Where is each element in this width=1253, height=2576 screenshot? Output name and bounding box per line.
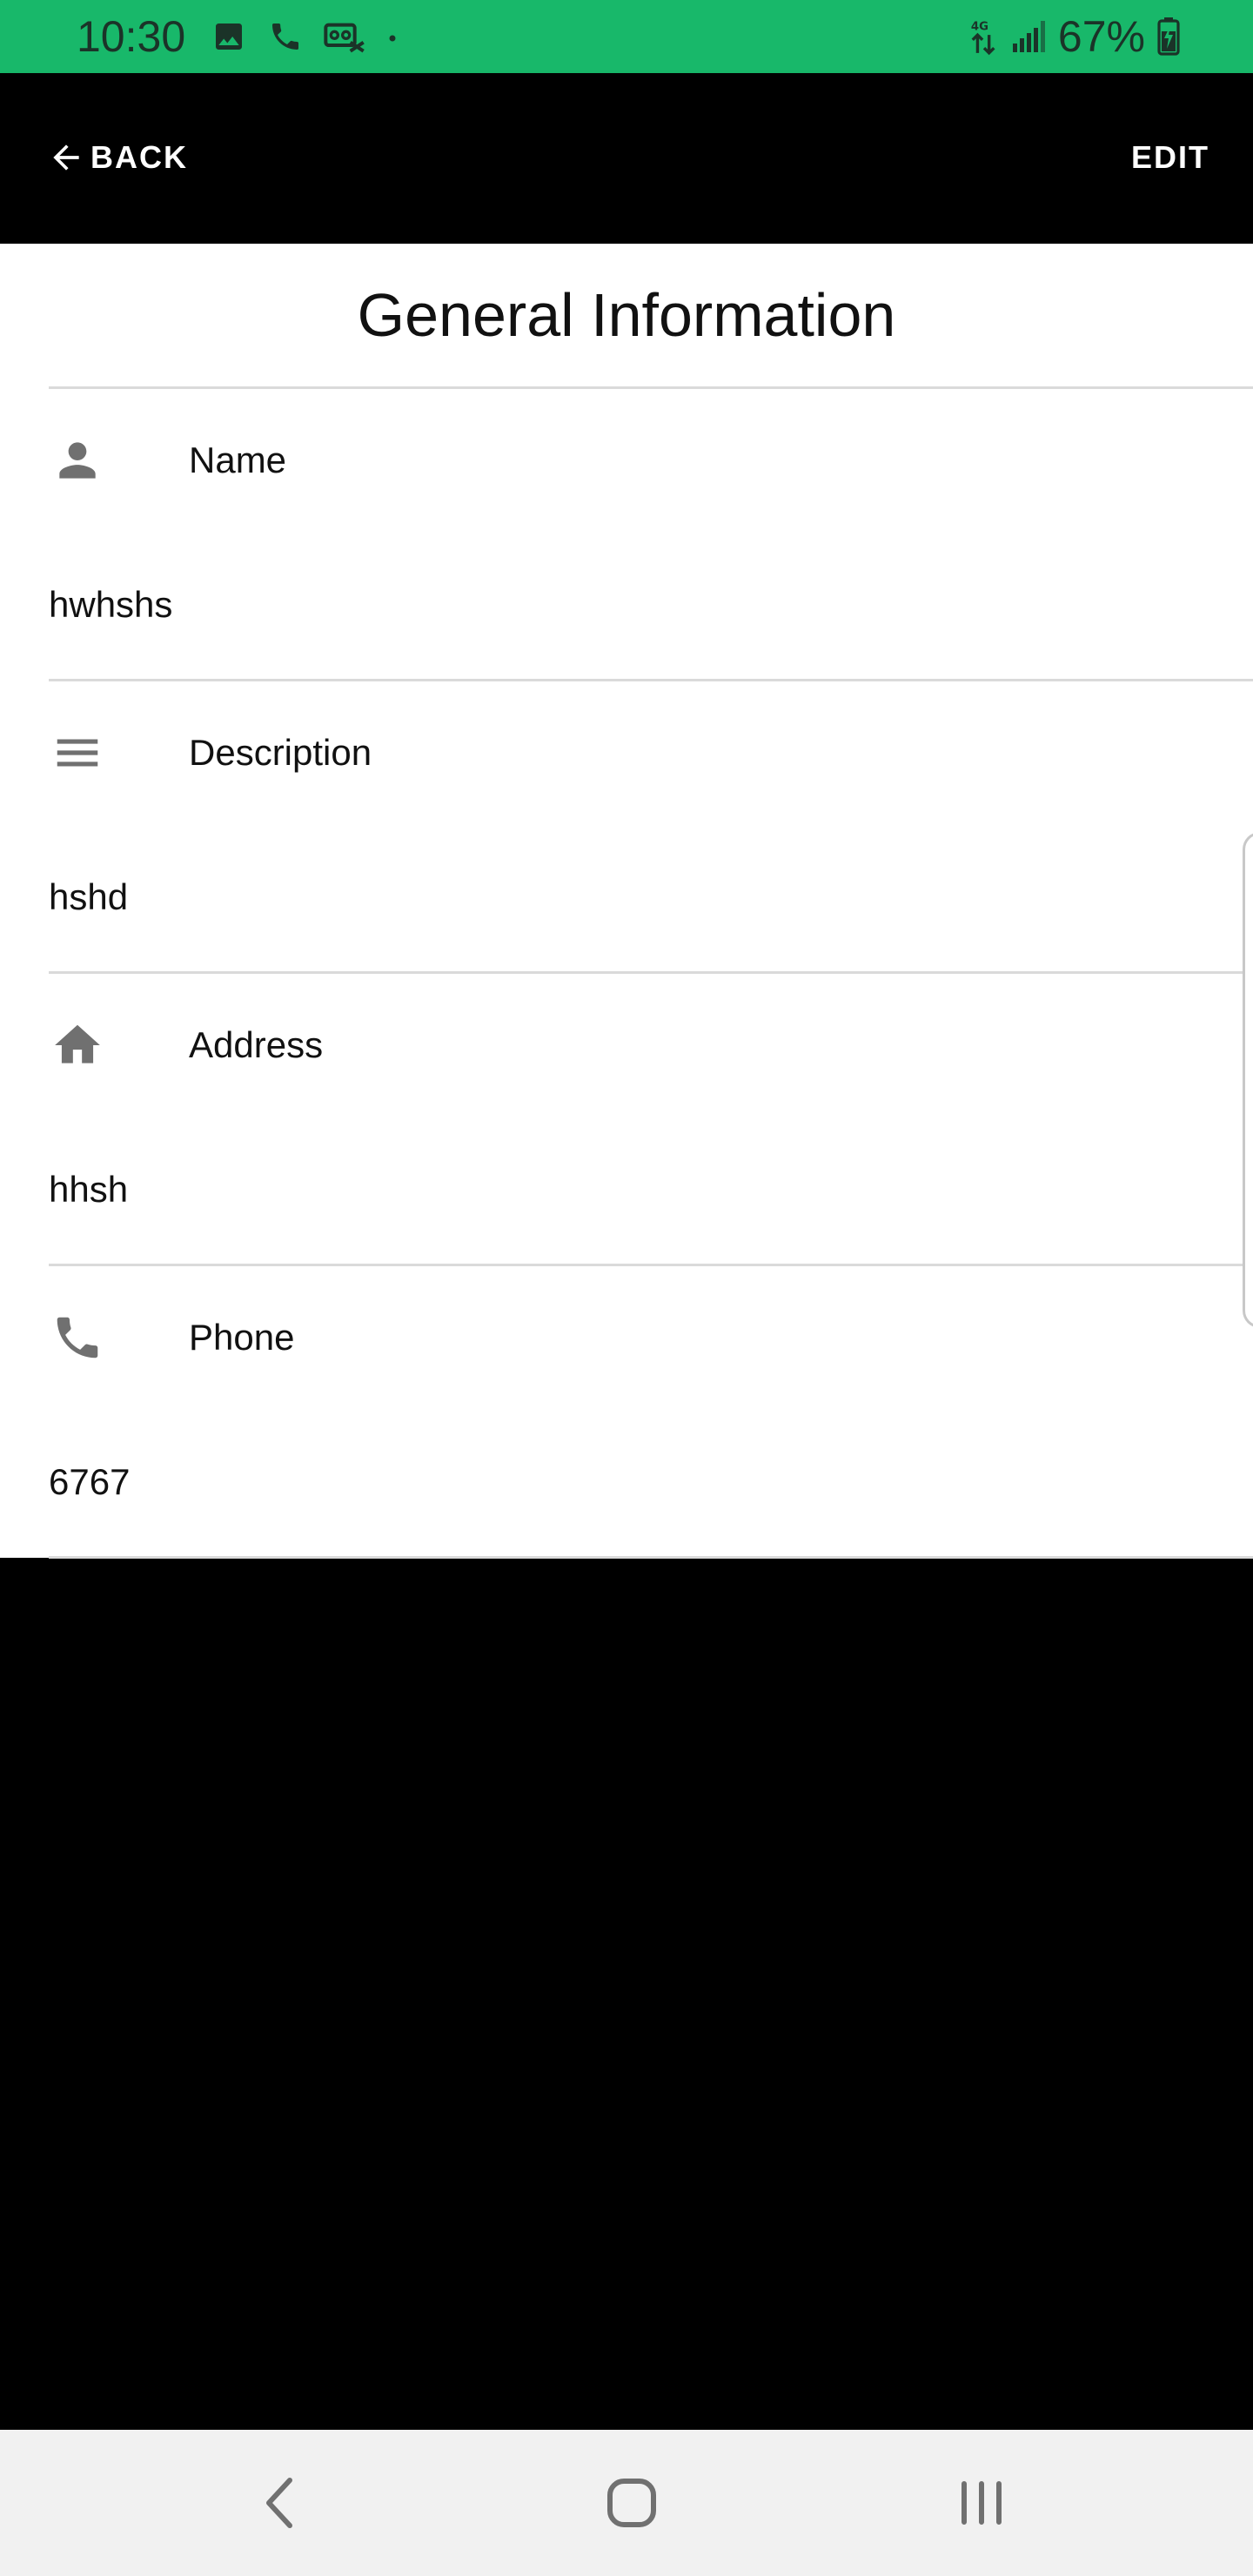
phone-value: 6767 [49, 1461, 131, 1502]
data-transfer-icon: 4G [971, 20, 995, 56]
nav-home-button[interactable] [597, 2468, 667, 2538]
divider [49, 1556, 1253, 1559]
page-title: General Information [357, 281, 896, 349]
divider [49, 386, 1253, 389]
name-value: hwhshs [49, 584, 173, 625]
edit-button[interactable]: EDIT [1131, 129, 1209, 186]
address-value: hhsh [49, 1169, 129, 1210]
phone-icon [57, 1317, 98, 1358]
nav-recent-apps-button[interactable] [947, 2468, 1016, 2538]
back-button[interactable]: BACK [47, 129, 188, 186]
home-icon [607, 2479, 656, 2527]
name-label: Name [189, 439, 287, 480]
menu-lines-icon [57, 739, 98, 767]
status-notification-icons [211, 17, 399, 56]
description-value: hshd [49, 876, 129, 917]
system-navigation-bar [0, 2430, 1253, 2576]
home-icon [55, 1024, 100, 1063]
app-bar: BACK EDIT [0, 73, 1253, 244]
description-label: Description [189, 732, 372, 773]
nav-back-button[interactable] [245, 2468, 315, 2538]
voicemail-icon [324, 23, 365, 53]
back-button-label: BACK [90, 139, 188, 175]
general-information-panel: General Information Name hwhshs Descript… [0, 244, 1253, 1559]
battery-percentage: 67% [1057, 12, 1145, 61]
person-icon [59, 442, 96, 479]
status-system-icons: 4G 67% [969, 10, 1180, 63]
divider [49, 679, 1253, 681]
signal-icon [1012, 21, 1045, 52]
back-icon [266, 2478, 292, 2528]
phone-icon [272, 23, 298, 50]
recent-apps-icon [962, 2481, 1002, 2525]
battery-charging-icon [1157, 17, 1180, 56]
dot-icon [389, 35, 396, 42]
image-icon [216, 23, 242, 50]
status-bar: 10:30 4G 67% [0, 0, 1253, 73]
arrow-back-icon [53, 144, 79, 171]
divider [49, 971, 1253, 974]
divider [49, 1264, 1253, 1266]
phone-label: Phone [189, 1317, 295, 1358]
status-time: 10:30 [77, 12, 186, 61]
edge-panel-handle[interactable] [1243, 832, 1253, 1328]
address-label: Address [189, 1024, 324, 1065]
svg-text:4G: 4G [971, 20, 988, 33]
